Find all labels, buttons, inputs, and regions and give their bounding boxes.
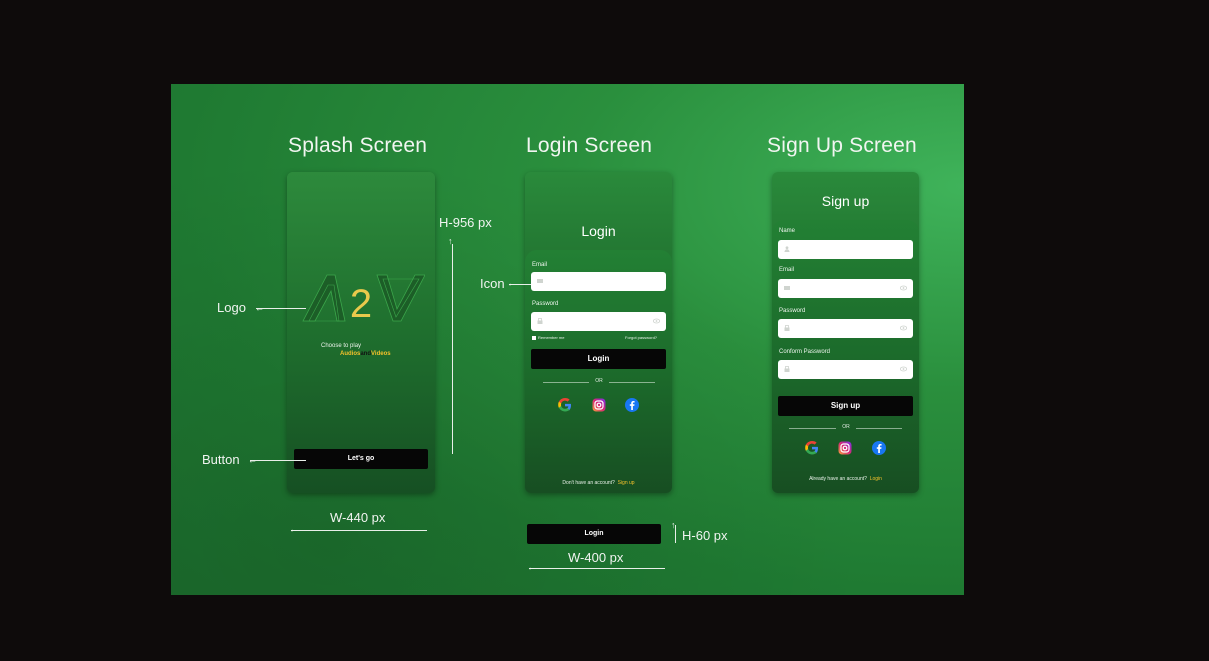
eye-icon[interactable]: [900, 366, 907, 372]
remember-me-label: Remember me: [538, 335, 565, 340]
icon-annotation: Icon: [480, 276, 505, 291]
signup-name-label: Name: [779, 228, 796, 234]
splash-screen-mockup: 2 Choose to play AudiosandVideos Let's g…: [287, 172, 435, 493]
google-icon[interactable]: [804, 440, 820, 456]
width-screen-arrow: [291, 530, 427, 531]
login-screen-mockup: Login Email Password Remember me Forgot …: [525, 172, 672, 493]
remember-me-checkbox[interactable]: [532, 336, 536, 340]
mail-icon: [537, 279, 543, 283]
login-screen-title: Login Screen: [526, 134, 653, 157]
standalone-login-button[interactable]: Login: [527, 524, 661, 544]
facebook-icon[interactable]: [871, 440, 887, 456]
login-button[interactable]: Login: [531, 349, 666, 369]
login-email-label: Email: [532, 262, 548, 268]
height-screen-annotation: H-956 px: [439, 215, 492, 230]
logo-annotation: Logo: [217, 300, 246, 315]
lock-icon: [784, 366, 790, 372]
eye-icon[interactable]: [653, 318, 660, 324]
login-password-field[interactable]: [531, 312, 666, 331]
signup-password-label: Password: [779, 308, 806, 314]
facebook-icon[interactable]: [624, 397, 640, 413]
eye-icon[interactable]: [900, 285, 907, 291]
signup-screen-mockup: Sign up Name Email Password Conform Pass…: [772, 172, 919, 493]
login-heading: Login: [581, 223, 616, 239]
height-button-annotation: H-60 px: [682, 528, 728, 543]
signup-screen-title: Sign Up Screen: [767, 134, 917, 157]
signup-heading: Sign up: [821, 193, 870, 209]
height-screen-arrow: [452, 244, 453, 454]
width-screen-annotation: W-440 px: [330, 510, 386, 525]
login-or-divider: OR: [543, 378, 655, 386]
signup-name-field[interactable]: [778, 240, 913, 259]
splash-screen-title: Splash Screen: [288, 134, 428, 157]
splash-tagline: Choose to play: [321, 343, 362, 349]
user-icon: [784, 246, 790, 252]
a2v-logo: 2: [302, 274, 425, 323]
lets-go-button[interactable]: Let's go: [294, 449, 428, 469]
logo-arrow-head: ←: [255, 303, 264, 313]
tagline-audios: Audios: [340, 351, 361, 357]
signup-footer: Already have an account? Login: [772, 476, 919, 482]
width-screen-arrow-head: ←: [289, 524, 298, 534]
button-arrow-head: ←: [248, 455, 257, 465]
instagram-icon[interactable]: [837, 440, 853, 456]
login-footer: Don't have an account? Sign up: [525, 480, 672, 486]
signup-or-divider: OR: [789, 424, 902, 432]
login-link[interactable]: Login: [870, 476, 882, 482]
signup-button[interactable]: Sign up: [778, 396, 913, 416]
signup-confirm-field[interactable]: [778, 360, 913, 379]
google-icon[interactable]: [557, 397, 573, 413]
signup-footer-text: Already have an account?: [809, 476, 867, 482]
tagline-and: and: [360, 351, 372, 357]
button-annotation: Button: [202, 452, 240, 467]
login-email-field[interactable]: [531, 272, 666, 291]
signup-password-field[interactable]: [778, 319, 913, 338]
height-button-arrow-head: ↑: [671, 520, 676, 530]
svg-text:2: 2: [350, 282, 372, 323]
signup-email-label: Email: [779, 267, 795, 273]
instagram-icon[interactable]: [591, 397, 607, 413]
mail-icon: [784, 286, 790, 290]
height-screen-arrow-head: ↑: [448, 236, 453, 246]
width-button-arrow-head: ←: [527, 562, 536, 572]
width-button-arrow: [529, 568, 665, 569]
signup-email-field[interactable]: [778, 279, 913, 298]
eye-icon[interactable]: [900, 325, 907, 331]
login-footer-text: Don't have an account?: [562, 480, 615, 486]
tagline-videos: Videos: [371, 351, 391, 357]
login-password-label: Password: [532, 301, 559, 307]
design-board: Splash Screen Login Screen Sign Up Scree…: [171, 84, 964, 595]
signup-link[interactable]: Sign up: [618, 480, 635, 486]
forgot-password-link[interactable]: Forgot password?: [625, 335, 657, 340]
signup-confirm-label: Conform Password: [779, 349, 831, 355]
width-button-annotation: W-400 px: [568, 550, 624, 565]
icon-arrow-head: ←: [507, 278, 516, 288]
signup-or-label: OR: [842, 424, 850, 430]
login-or-label: OR: [595, 378, 603, 384]
splash-tagline-media: AudiosandVideos: [340, 351, 391, 357]
button-arrow: [250, 460, 306, 461]
lock-icon: [537, 318, 543, 324]
lock-icon: [784, 325, 790, 331]
